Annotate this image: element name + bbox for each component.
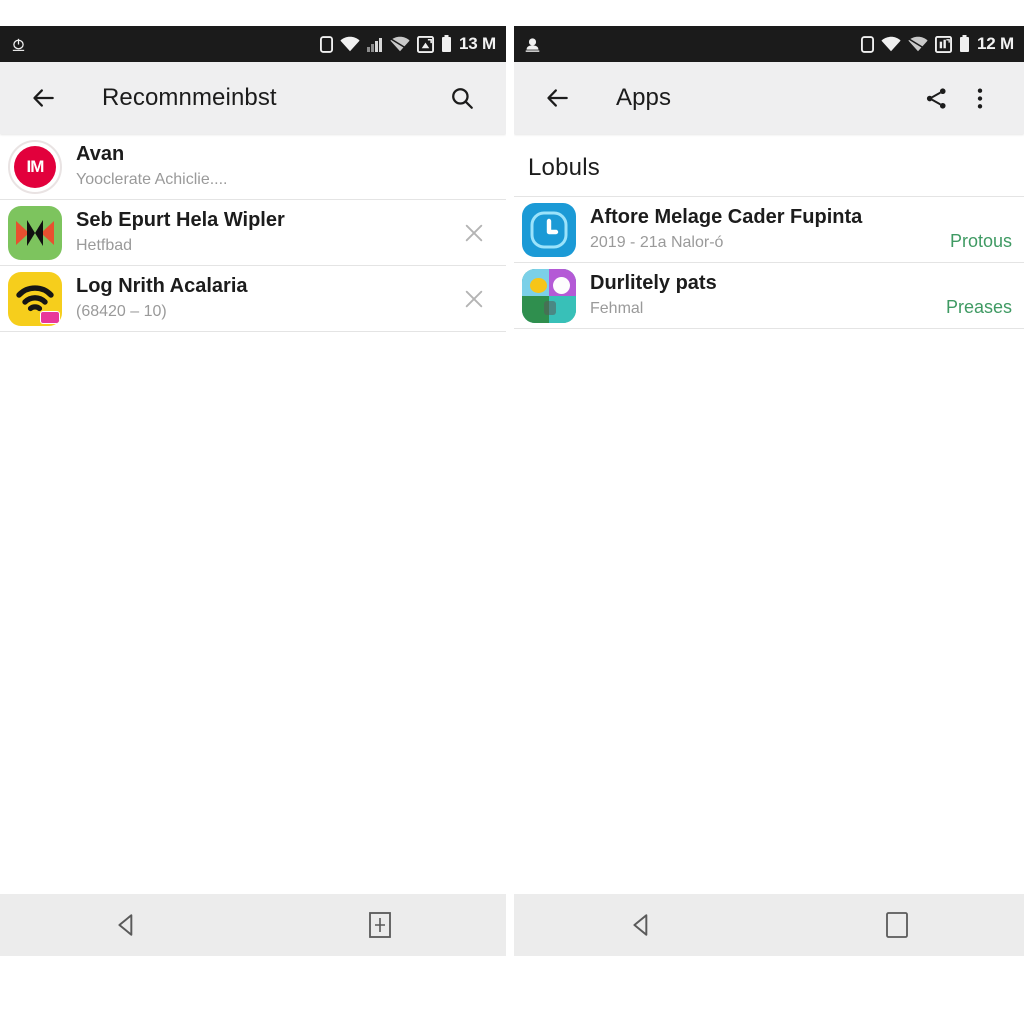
log-nrith-app-icon xyxy=(8,271,62,326)
list-item-action[interactable]: Protous xyxy=(936,231,1012,252)
cast-icon xyxy=(10,36,27,53)
wifi-secondary-icon xyxy=(390,36,410,52)
seb-epurt-app-icon xyxy=(8,205,62,260)
wifi-full-icon xyxy=(881,36,901,52)
nav-overview-square-icon[interactable] xyxy=(769,894,1024,956)
list-item-title: Avan xyxy=(76,143,125,165)
page-title: Apps xyxy=(616,84,672,111)
list-item[interactable]: Aftore Melage Cader Fupinta 2019 - 21a N… xyxy=(514,197,1024,263)
section-header: Lobuls xyxy=(528,154,600,181)
downloading-icon xyxy=(524,36,541,53)
status-bar-clock: 12 M xyxy=(977,34,1014,53)
left-below-nav-area xyxy=(0,956,506,990)
list-item-title: Durlitely pats xyxy=(590,272,717,294)
sun-shape-icon xyxy=(530,277,547,293)
nav-back-triangle-icon[interactable] xyxy=(514,894,769,956)
list-item[interactable]: Seb Epurt Hela Wipler Hetfbad xyxy=(0,200,506,266)
list-item-title: Seb Epurt Hela Wipler xyxy=(76,209,285,231)
share-icon[interactable] xyxy=(914,76,958,120)
right-nav-bar xyxy=(514,894,1024,956)
list-item-text: Seb Epurt Hela Wipler Hetfbad xyxy=(76,208,448,257)
left-app-bar: Recomnmeinbst xyxy=(0,62,506,134)
list-item-action[interactable]: Preases xyxy=(932,297,1012,318)
left-status-bar: 13 M xyxy=(0,26,506,62)
aftore-melage-app-icon xyxy=(522,202,576,257)
battery-full-icon xyxy=(441,35,452,53)
status-bar-left-icons xyxy=(524,36,541,53)
list-item-title: Aftore Melage Cader Fupinta xyxy=(590,206,863,228)
status-bar-left-icons xyxy=(10,36,27,53)
recommendations-list: IM Avan Yooclerate Achiclie.... Seb Epur… xyxy=(0,134,506,332)
close-icon[interactable] xyxy=(454,279,494,319)
right-app-bar: Apps xyxy=(514,62,1024,134)
right-below-nav-area xyxy=(514,956,1024,990)
cloud-shape-icon xyxy=(553,276,570,294)
list-item[interactable]: Log Nrith Acalaria (68420 – 10) xyxy=(0,266,506,332)
list-item[interactable]: Durlitely pats Fehmal Preases xyxy=(514,263,1024,329)
screen-rotation-icon xyxy=(861,35,874,53)
avan-icon-initials: IM xyxy=(14,145,56,188)
list-item-subtitle: 2019 - 21a Nalor-ó xyxy=(590,234,724,251)
list-item-subtitle: Fehmal xyxy=(590,300,644,317)
right-content: Lobuls Aftore Melage Cader Fupinta 2019 … xyxy=(514,134,1024,329)
signal-bars-icon xyxy=(367,36,383,52)
search-icon[interactable] xyxy=(440,76,484,120)
list-item-text: Log Nrith Acalaria (68420 – 10) xyxy=(76,274,448,323)
photos-blob-shape xyxy=(544,300,556,315)
list-item-subtitle: Hetfbad xyxy=(76,237,133,254)
close-icon[interactable] xyxy=(454,213,494,253)
right-status-bar: 12 M xyxy=(514,26,1024,62)
page-title: Recomnmeinbst xyxy=(102,84,277,111)
more-vertical-icon[interactable] xyxy=(958,76,1002,120)
list-item-text: Aftore Melage Cader Fupinta 2019 - 21a N… xyxy=(590,205,936,254)
list-item-subtitle: Yooclerate Achiclie.... xyxy=(76,171,228,188)
avan-account-icon: IM xyxy=(8,139,62,194)
nav-back-triangle-icon[interactable] xyxy=(0,894,253,956)
back-arrow-icon[interactable] xyxy=(22,76,66,120)
durlitely-pats-app-icon xyxy=(522,268,576,323)
list-item-title: Log Nrith Acalaria xyxy=(76,275,248,297)
screenshot-canvas: 13 M Recomnmeinbst IM Avan Yooclerate Ac… xyxy=(0,0,1024,1024)
list-item[interactable]: IM Avan Yooclerate Achiclie.... xyxy=(0,134,506,200)
screen-rotation-icon xyxy=(320,35,333,53)
left-content: IM Avan Yooclerate Achiclie.... Seb Epur… xyxy=(0,134,506,332)
list-item-text: Durlitely pats Fehmal xyxy=(590,271,932,320)
battery-full-icon xyxy=(959,35,970,53)
log-nrith-badge xyxy=(40,310,60,324)
list-item-text: Avan Yooclerate Achiclie.... xyxy=(76,142,494,191)
nav-add-square-icon[interactable] xyxy=(253,894,506,956)
left-nav-bar xyxy=(0,894,506,956)
back-arrow-icon[interactable] xyxy=(536,76,580,120)
right-phone-panel: 12 M Apps Lobuls Aftore Melage Cader Fup… xyxy=(514,26,1024,990)
wifi-full-icon xyxy=(340,36,360,52)
sync-image-icon xyxy=(417,35,434,53)
left-phone-panel: 13 M Recomnmeinbst IM Avan Yooclerate Ac… xyxy=(0,26,506,990)
status-bar-right-icons: 12 M xyxy=(861,34,1014,54)
status-bar-clock: 13 M xyxy=(459,34,496,53)
wifi-secondary-icon xyxy=(908,36,928,52)
sync-image-icon xyxy=(935,35,952,53)
list-item-subtitle: (68420 – 10) xyxy=(76,303,167,320)
apps-list: Aftore Melage Cader Fupinta 2019 - 21a N… xyxy=(514,196,1024,329)
status-bar-right-icons: 13 M xyxy=(320,34,496,54)
